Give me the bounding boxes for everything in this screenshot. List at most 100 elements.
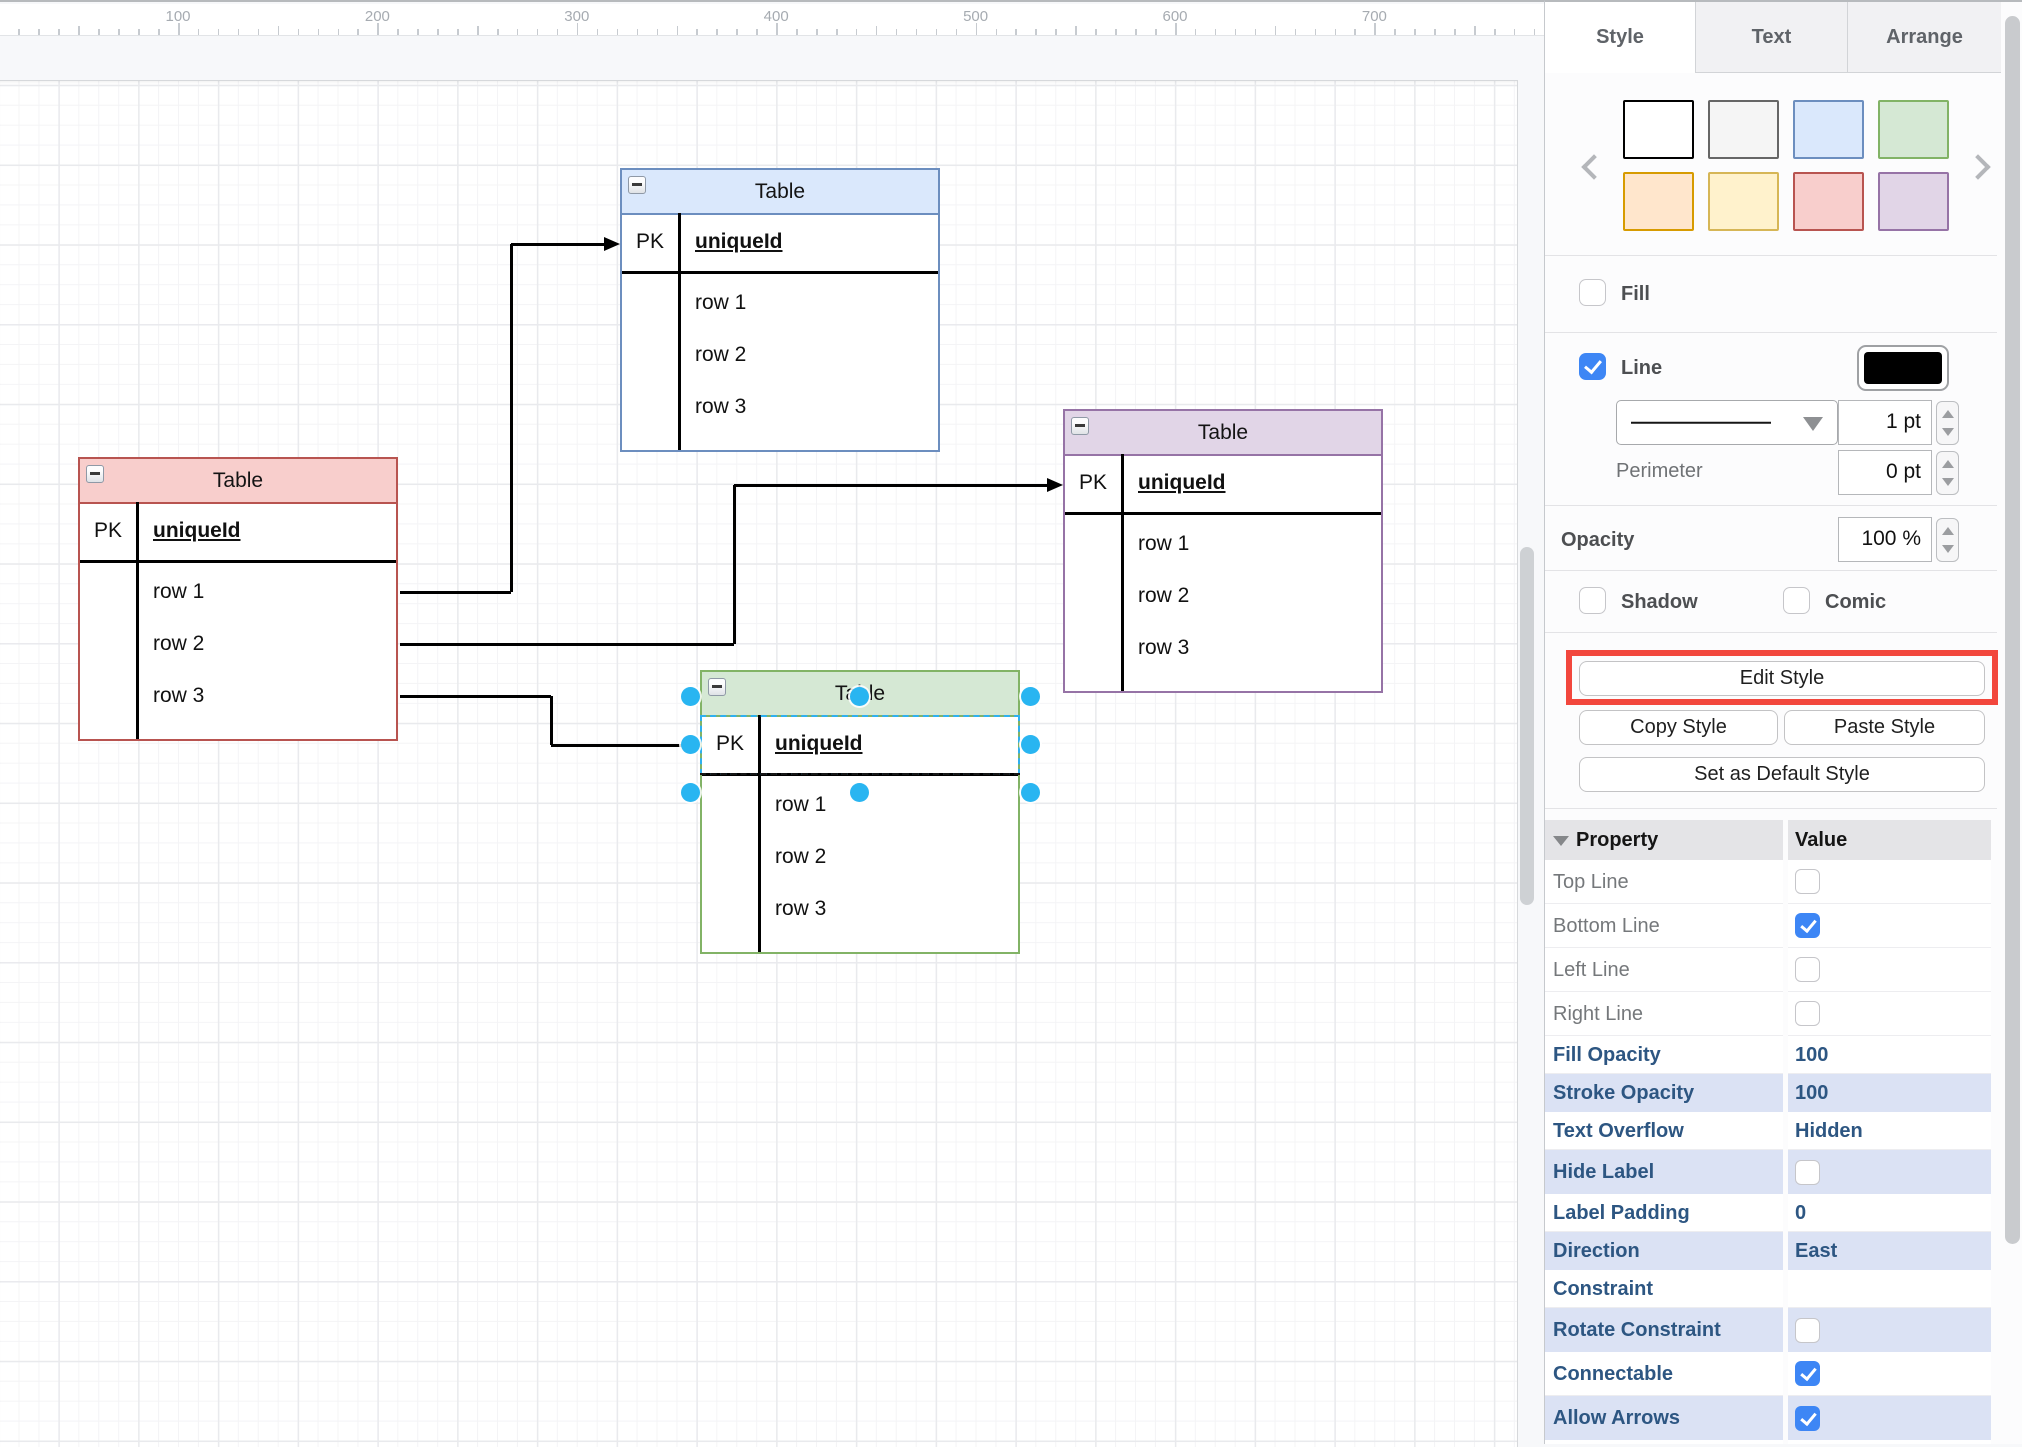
opacity-stepper[interactable] xyxy=(1936,518,1959,562)
property-value-checkbox[interactable] xyxy=(1795,1001,1820,1026)
palette-next-icon[interactable] xyxy=(1965,154,1990,179)
selection-handle[interactable] xyxy=(681,687,700,706)
er-table-row[interactable]: row 1 xyxy=(775,779,826,831)
property-value-text[interactable]: 100 xyxy=(1795,1082,1828,1104)
property-value-checkbox[interactable] xyxy=(1795,1406,1820,1431)
selection-handle[interactable] xyxy=(681,735,700,754)
property-value-checkbox[interactable] xyxy=(1795,957,1820,982)
property-value-text[interactable]: 100 xyxy=(1795,1044,1828,1066)
er-table-header[interactable]: Table xyxy=(80,459,396,504)
line-width-stepper[interactable] xyxy=(1936,401,1959,445)
perimeter-stepper[interactable] xyxy=(1936,451,1959,495)
shadow-checkbox[interactable] xyxy=(1579,587,1606,614)
edge-1-segment[interactable] xyxy=(734,484,1049,487)
property-value-checkbox[interactable] xyxy=(1795,869,1820,894)
selection-handle[interactable] xyxy=(850,783,869,802)
style-swatch-2[interactable] xyxy=(1793,100,1864,159)
er-table-row[interactable]: row 2 xyxy=(1138,570,1189,622)
er-table-row[interactable]: row 1 xyxy=(1138,518,1189,570)
selection-handle[interactable] xyxy=(1021,687,1040,706)
property-row: Left Line xyxy=(1545,948,1991,992)
collapse-triangle-icon[interactable] xyxy=(1553,836,1569,846)
comic-checkbox[interactable] xyxy=(1783,587,1810,614)
selection-handle[interactable] xyxy=(850,687,869,706)
er-pk-label[interactable]: PK xyxy=(1065,454,1121,512)
er-table-row[interactable]: row 2 xyxy=(775,831,826,883)
sidebar-scrollbar[interactable] xyxy=(2005,16,2020,1244)
er-table-left-red[interactable]: TablePK uniqueId row 1row 2row 3 xyxy=(78,457,398,741)
edge-0-segment[interactable] xyxy=(511,243,606,246)
style-swatch-5[interactable] xyxy=(1708,172,1779,231)
paste-style-button[interactable]: Paste Style xyxy=(1784,710,1985,745)
property-value-text[interactable]: East xyxy=(1795,1240,1837,1262)
property-value-checkbox[interactable] xyxy=(1795,913,1820,938)
property-value-checkbox[interactable] xyxy=(1795,1318,1820,1343)
property-value-text[interactable]: 0 xyxy=(1795,1202,1806,1224)
edge-2-segment[interactable] xyxy=(551,744,686,747)
set-default-style-button[interactable]: Set as Default Style xyxy=(1579,757,1985,792)
edge-1-segment[interactable] xyxy=(733,485,736,644)
er-pk-field[interactable]: uniqueId xyxy=(695,213,783,271)
property-row-value xyxy=(1788,948,1991,992)
er-table-row[interactable]: row 2 xyxy=(695,329,746,381)
style-swatch-1[interactable] xyxy=(1708,100,1779,159)
er-pk-label[interactable]: PK xyxy=(622,213,678,271)
style-swatch-3[interactable] xyxy=(1878,100,1949,159)
copy-style-button[interactable]: Copy Style xyxy=(1579,710,1778,745)
selection-handle[interactable] xyxy=(1021,783,1040,802)
er-table-title: Table xyxy=(1065,421,1381,445)
palette-prev-icon[interactable] xyxy=(1581,154,1606,179)
edit-style-button[interactable]: Edit Style xyxy=(1579,661,1985,696)
style-swatch-4[interactable] xyxy=(1623,172,1694,231)
er-table-row[interactable]: row 3 xyxy=(1138,622,1189,674)
tab-text[interactable]: Text xyxy=(1696,2,1847,72)
property-label: Rotate Constraint xyxy=(1553,1319,1721,1341)
fill-checkbox[interactable] xyxy=(1579,279,1606,306)
canvas-area[interactable]: 100200300400500600700 TablePKuniqueIdrow… xyxy=(0,0,1544,1444)
property-row-value xyxy=(1788,1270,1991,1308)
property-value-checkbox[interactable] xyxy=(1795,1361,1820,1386)
er-table-right-purple[interactable]: Table PK uniqueId row 1row 2row 3 xyxy=(1063,409,1383,693)
line-checkbox[interactable] xyxy=(1579,353,1606,380)
er-table-header[interactable]: Table xyxy=(1065,411,1381,456)
style-swatch-6[interactable] xyxy=(1793,172,1864,231)
property-row-label: Hide Label xyxy=(1545,1150,1783,1194)
edge-1-segment[interactable] xyxy=(400,643,734,646)
opacity-input[interactable]: 100 % xyxy=(1838,517,1932,562)
edge-2-segment[interactable] xyxy=(400,695,551,698)
er-table-top-blue[interactable]: TablePK uniqueId row 1row 2row 3 xyxy=(620,168,940,452)
er-table-center-green[interactable]: TablePKuniqueIdrow 1row 2row 3 xyxy=(700,670,1020,954)
property-value-checkbox[interactable] xyxy=(1795,1160,1820,1185)
line-width-input[interactable]: 1 pt xyxy=(1838,400,1932,445)
edge-2-segment[interactable] xyxy=(550,696,553,745)
er-pk-field[interactable]: uniqueId xyxy=(153,502,241,560)
edge-0-segment[interactable] xyxy=(510,244,513,592)
section-divider xyxy=(1545,570,1997,571)
line-label: Line xyxy=(1621,357,1662,380)
property-value-text[interactable]: Hidden xyxy=(1795,1120,1863,1142)
property-column-header[interactable]: Property xyxy=(1545,820,1783,860)
property-row: Bottom Line xyxy=(1545,904,1991,948)
tab-arrange[interactable]: Arrange xyxy=(1848,2,2001,72)
er-table-row[interactable]: row 1 xyxy=(153,566,204,618)
canvas-vertical-scrollbar[interactable] xyxy=(1520,547,1534,905)
er-pk-label[interactable]: PK xyxy=(80,502,136,560)
er-table-header[interactable]: Table xyxy=(622,170,938,215)
perimeter-input[interactable]: 0 pt xyxy=(1838,450,1932,495)
er-table-row[interactable]: row 1 xyxy=(695,277,746,329)
tab-style[interactable]: Style xyxy=(1545,2,1696,73)
er-table-row[interactable]: row 2 xyxy=(153,618,204,670)
selection-handle[interactable] xyxy=(681,783,700,802)
section-divider xyxy=(1545,632,1997,633)
er-table-row[interactable]: row 3 xyxy=(695,381,746,433)
er-table-row[interactable]: row 3 xyxy=(775,883,826,935)
value-column-header[interactable]: Value xyxy=(1788,820,1991,860)
er-pk-field[interactable]: uniqueId xyxy=(1138,454,1226,512)
style-swatch-0[interactable] xyxy=(1623,100,1694,159)
er-table-row[interactable]: row 3 xyxy=(153,670,204,722)
line-style-dropdown[interactable] xyxy=(1616,400,1838,445)
style-swatch-7[interactable] xyxy=(1878,172,1949,231)
edge-0-segment[interactable] xyxy=(400,591,511,594)
line-color-button[interactable] xyxy=(1857,345,1949,391)
selection-handle[interactable] xyxy=(1021,735,1040,754)
